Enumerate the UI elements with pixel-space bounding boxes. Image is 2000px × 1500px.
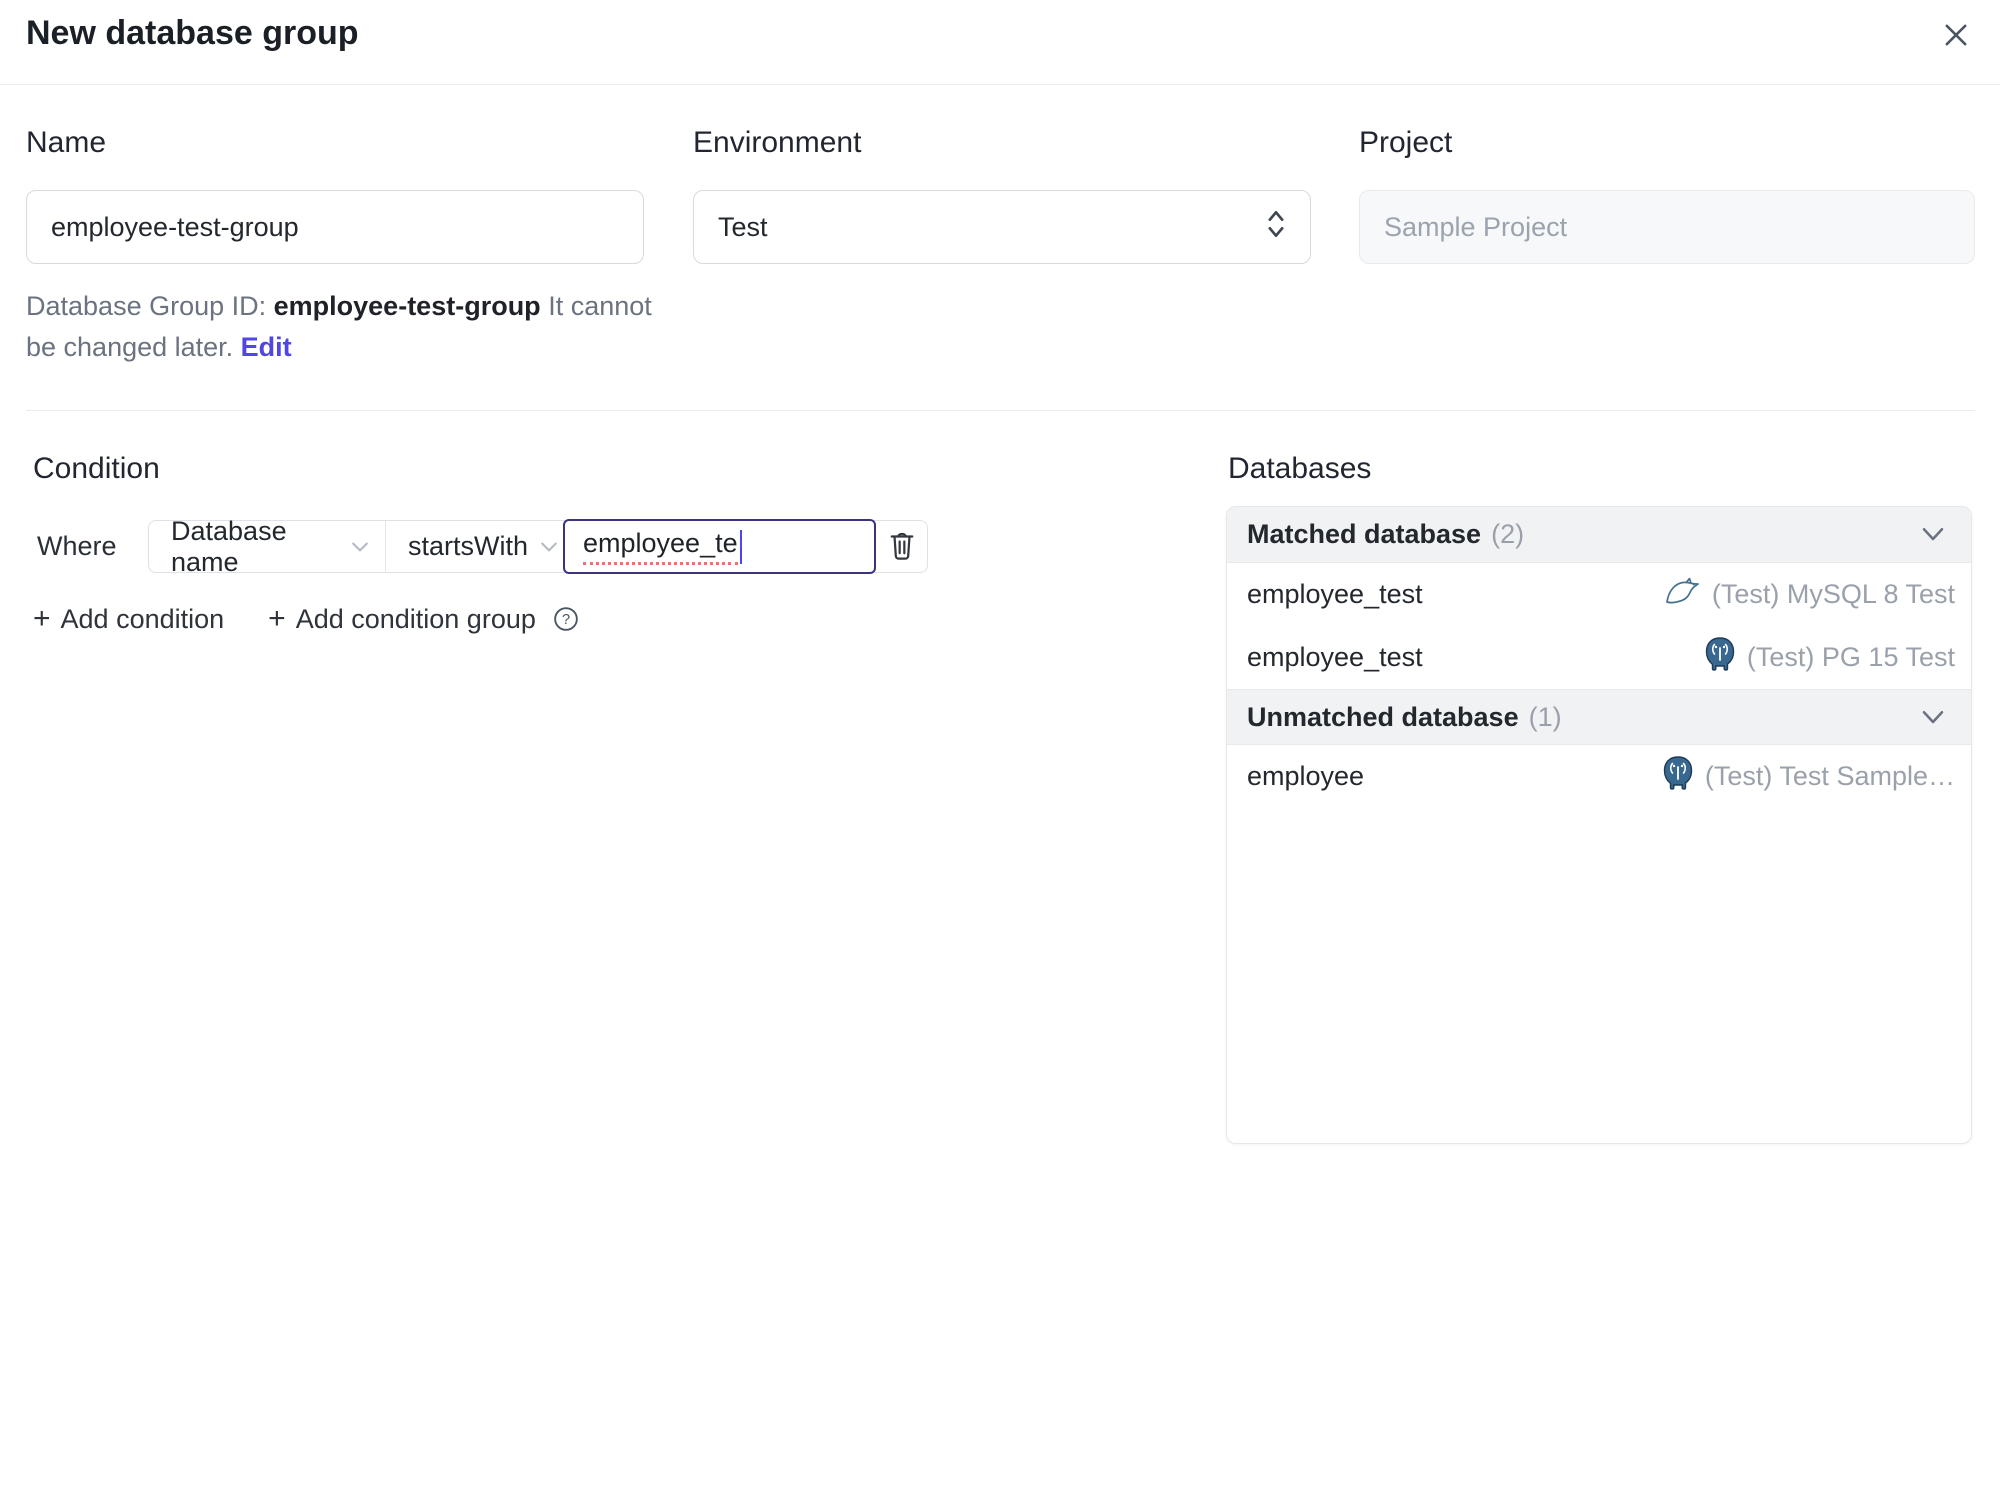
condition-value-text: employee_te [583, 528, 738, 565]
project-input-disabled: Sample Project [1359, 190, 1975, 264]
close-icon [1939, 18, 1973, 55]
section-divider [26, 410, 1975, 411]
where-label: Where [37, 531, 117, 561]
add-condition-label: Add condition [60, 603, 225, 634]
condition-operator-dropdown[interactable]: startsWith [386, 521, 563, 572]
add-condition-button[interactable]: + Add condition [33, 604, 224, 635]
database-name: employee [1247, 761, 1365, 791]
unmatched-database-count: (1) [1528, 701, 1562, 732]
database-instance: (Test) MySQL 8 Test [1664, 576, 1955, 613]
delete-condition-button[interactable] [876, 521, 927, 572]
environment-label: Environment [693, 126, 862, 159]
database-name: employee_test [1247, 642, 1423, 672]
database-instance: (Test) Test Sample… [1661, 755, 1955, 798]
condition-value-input[interactable]: employee_te [563, 519, 876, 574]
mysql-icon [1664, 576, 1702, 613]
chevron-down-icon [339, 541, 369, 553]
databases-panel: Matched database (2) employee_test (Test [1226, 506, 1972, 1144]
matched-database-section-header[interactable]: Matched database (2) [1227, 507, 1971, 563]
name-label: Name [26, 126, 107, 159]
condition-row: Database name startsWith employee_te [148, 516, 928, 577]
dialog-title: New database group [26, 14, 359, 52]
plus-icon: + [33, 602, 51, 635]
condition-operator-value: startsWith [408, 531, 529, 561]
database-instance-label: (Test) MySQL 8 Test [1711, 579, 1955, 609]
postgres-icon [1703, 636, 1737, 679]
chevron-down-icon [1921, 710, 1945, 725]
plus-icon: + [268, 602, 286, 635]
text-cursor [739, 529, 742, 564]
help-icon[interactable]: ? [552, 605, 580, 633]
group-id-note: Database Group ID: employee-test-group I… [26, 286, 666, 368]
name-input[interactable]: employee-test-group [26, 190, 644, 264]
databases-heading: Databases [1228, 452, 1372, 485]
header-divider [0, 84, 2000, 85]
name-input-value: employee-test-group [51, 211, 299, 242]
condition-field-dropdown[interactable]: Database name [149, 516, 386, 577]
database-name: employee_test [1247, 579, 1423, 609]
environment-select-value: Test [718, 211, 768, 242]
project-label: Project [1359, 126, 1453, 159]
svg-text:?: ? [562, 612, 570, 628]
condition-field-value: Database name [171, 515, 287, 577]
database-row[interactable]: employee (Test) Test Sample… [1227, 745, 1971, 808]
database-instance-label: (Test) Test Sample… [1704, 761, 1955, 791]
add-condition-group-label: Add condition group [295, 603, 536, 634]
database-instance-label: (Test) PG 15 Test [1746, 642, 1955, 672]
unmatched-database-title: Unmatched database [1247, 701, 1519, 732]
postgres-icon [1661, 755, 1695, 798]
group-id-value: employee-test-group [273, 291, 541, 321]
chevron-down-icon [528, 541, 558, 553]
matched-database-title: Matched database [1247, 519, 1482, 549]
project-input-value: Sample Project [1384, 211, 1568, 242]
database-row[interactable]: employee_test (Test) PG 15 Test [1227, 626, 1971, 689]
trash-icon [888, 529, 916, 564]
group-id-note-prefix: Database Group ID: [26, 291, 274, 321]
environment-select[interactable]: Test [693, 190, 1311, 264]
condition-actions: + Add condition + Add condition group ? [33, 598, 580, 640]
new-database-group-dialog: New database group Name Environment Proj… [0, 0, 2000, 1500]
matched-database-count: (2) [1491, 519, 1525, 549]
condition-heading: Condition [33, 452, 160, 485]
database-row[interactable]: employee_test (Test) MySQL 8 Test [1227, 563, 1971, 626]
chevron-down-icon [1921, 527, 1945, 542]
close-button[interactable] [1930, 10, 1982, 62]
unmatched-database-section-header[interactable]: Unmatched database (1) [1227, 689, 1971, 745]
database-instance: (Test) PG 15 Test [1703, 636, 1955, 679]
select-spinner-icon [1266, 208, 1286, 247]
edit-group-id-link[interactable]: Edit [241, 332, 292, 362]
add-condition-group-button[interactable]: + Add condition group [268, 604, 536, 635]
